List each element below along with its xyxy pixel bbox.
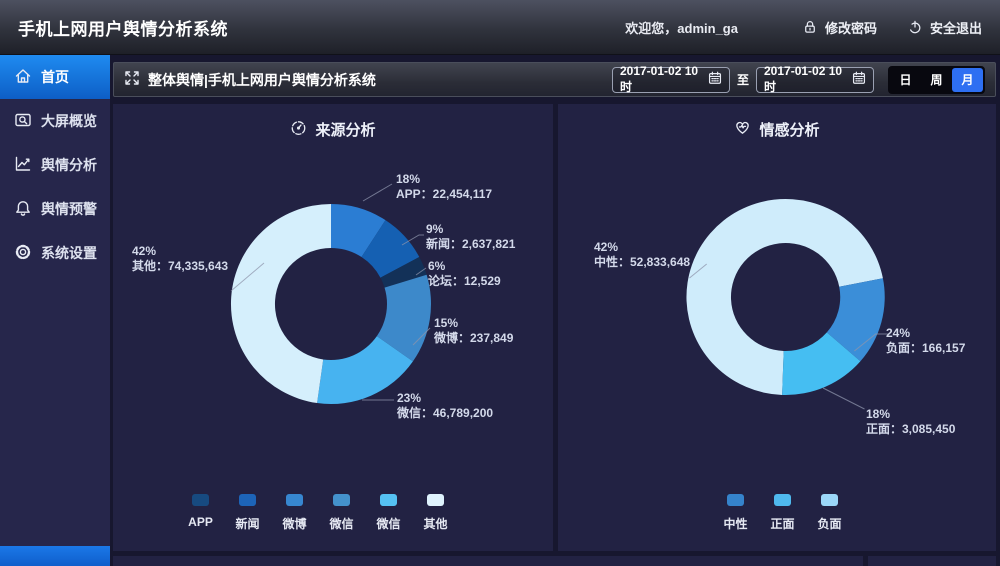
heart-icon bbox=[734, 119, 751, 140]
legend-item-负面[interactable]: 负面 bbox=[809, 494, 850, 532]
chart-label-负面: 24%负面：166,157 bbox=[886, 326, 965, 356]
header-actions: 欢迎您，admin_ga 修改密码 安全退出 bbox=[625, 18, 982, 37]
range-week-button[interactable]: 周 bbox=[921, 68, 952, 92]
toolbar-title: 整体舆情|手机上网用户舆情分析系统 bbox=[148, 70, 376, 90]
sidebar-bottom-accent bbox=[0, 546, 110, 566]
legend-item-正面[interactable]: 正面 bbox=[762, 494, 803, 532]
legend-swatch bbox=[774, 494, 791, 506]
legend-item-中性[interactable]: 中性 bbox=[715, 494, 756, 532]
settings-gear-icon bbox=[14, 243, 32, 264]
sidebar-item-settings[interactable]: 系统设置 bbox=[0, 231, 110, 275]
legend-label: 微信 bbox=[321, 515, 362, 532]
charts-row: 来源分析 18%APP：22,454,117 9%新闻：2,637,821 6%论坛… bbox=[113, 104, 996, 551]
chart-label-论坛: 6%论坛：12,529 bbox=[428, 259, 501, 289]
app-header: 手机上网用户舆情分析系统 欢迎您，admin_ga 修改密码 安全退出 bbox=[0, 0, 1000, 55]
welcome-user: 欢迎您，admin_ga bbox=[625, 18, 738, 37]
label-leader-line bbox=[363, 184, 392, 201]
legend-swatch bbox=[333, 494, 350, 506]
date-from-input[interactable]: 2017-01-02 10时 bbox=[612, 67, 730, 93]
date-range-to-label: 至 bbox=[737, 71, 749, 88]
next-panels-sliver bbox=[113, 556, 996, 566]
alert-bell-icon bbox=[14, 199, 32, 220]
legend-swatch bbox=[821, 494, 838, 506]
legend-label: 新闻 bbox=[227, 515, 268, 532]
legend-swatch bbox=[427, 494, 444, 506]
range-day-button[interactable]: 日 bbox=[890, 68, 921, 92]
sidebar-item-analysis[interactable]: 舆情分析 bbox=[0, 143, 110, 187]
app-title: 手机上网用户舆情分析系统 bbox=[18, 15, 228, 40]
main-content: 整体舆情|手机上网用户舆情分析系统 2017-01-02 10时 bbox=[110, 55, 1000, 566]
lock-icon bbox=[802, 19, 818, 35]
legend-label: 其他 bbox=[415, 515, 456, 532]
chart-label-微信: 23%微信：46,789,200 bbox=[397, 391, 493, 421]
legend-label: 微信 bbox=[368, 515, 409, 532]
legend-label: 中性 bbox=[715, 515, 756, 532]
legend-item-微信[interactable]: 微信 bbox=[368, 494, 409, 532]
legend-swatch bbox=[239, 494, 256, 506]
legend-item-其他[interactable]: 其他 bbox=[415, 494, 456, 532]
home-icon bbox=[14, 67, 32, 88]
bottom-panel bbox=[113, 556, 863, 566]
legend-item-新闻[interactable]: 新闻 bbox=[227, 494, 268, 532]
timer-icon bbox=[290, 119, 307, 140]
calendar-icon bbox=[852, 71, 866, 88]
date-to-input[interactable]: 2017-01-02 10时 bbox=[756, 67, 874, 93]
chart-label-中性: 42%中性：52,833,648 bbox=[594, 240, 690, 270]
chart-label-正面: 18%正面：3,085,450 bbox=[866, 407, 955, 437]
legend-swatch bbox=[286, 494, 303, 506]
legend-item-微信[interactable]: 微信 bbox=[321, 494, 362, 532]
logout-button[interactable]: 安全退出 bbox=[907, 18, 982, 37]
legend-swatch bbox=[727, 494, 744, 506]
chart-label-微博: 15%微博：237,849 bbox=[434, 316, 513, 346]
power-icon bbox=[907, 19, 923, 35]
legend-swatch bbox=[192, 494, 209, 506]
legend-label: APP bbox=[180, 515, 221, 529]
sidebar-item-home[interactable]: 首页 bbox=[0, 55, 110, 99]
sidebar-item-overview[interactable]: 大屏概览 bbox=[0, 99, 110, 143]
legend-label: 负面 bbox=[809, 515, 850, 532]
label-leader-line bbox=[823, 388, 864, 409]
sentiment-analysis-card: 情感分析 42%中性：52,833,648 24%负面：166,157 18%正面：… bbox=[558, 104, 996, 551]
toolbar: 整体舆情|手机上网用户舆情分析系统 2017-01-02 10时 bbox=[113, 62, 996, 97]
sidebar: 首页 大屏概览 舆情分析 bbox=[0, 55, 110, 566]
legend-item-微博[interactable]: 微博 bbox=[274, 494, 315, 532]
bottom-panel bbox=[868, 556, 996, 566]
toolbar-title-group: 整体舆情|手机上网用户舆情分析系统 bbox=[124, 70, 376, 90]
analysis-icon bbox=[14, 155, 32, 176]
range-month-button[interactable]: 月 bbox=[952, 68, 983, 92]
source-analysis-title: 来源分析 bbox=[113, 119, 553, 140]
sentiment-analysis-title: 情感分析 bbox=[558, 119, 996, 140]
range-segment-control: 日 周 月 bbox=[888, 66, 985, 94]
chart-label-APP: 18%APP：22,454,117 bbox=[396, 172, 492, 202]
expand-icon[interactable] bbox=[124, 70, 140, 89]
overview-icon bbox=[14, 111, 32, 132]
donut-segment-其他[interactable] bbox=[231, 204, 331, 403]
calendar-icon bbox=[708, 71, 722, 88]
change-password-button[interactable]: 修改密码 bbox=[802, 18, 877, 37]
chart-label-新闻: 9%新闻：2,637,821 bbox=[426, 222, 515, 252]
legend-label: 微博 bbox=[274, 515, 315, 532]
legend-item-APP[interactable]: APP bbox=[180, 494, 221, 529]
chart-label-其他: 42%其他：74,335,643 bbox=[132, 244, 228, 274]
source-analysis-card: 来源分析 18%APP：22,454,117 9%新闻：2,637,821 6%论坛… bbox=[113, 104, 553, 551]
sidebar-item-alerts[interactable]: 舆情预警 bbox=[0, 187, 110, 231]
toolbar-controls: 2017-01-02 10时 至 2017-01-02 10时 bbox=[612, 66, 985, 94]
legend-label: 正面 bbox=[762, 515, 803, 532]
legend-swatch bbox=[380, 494, 397, 506]
